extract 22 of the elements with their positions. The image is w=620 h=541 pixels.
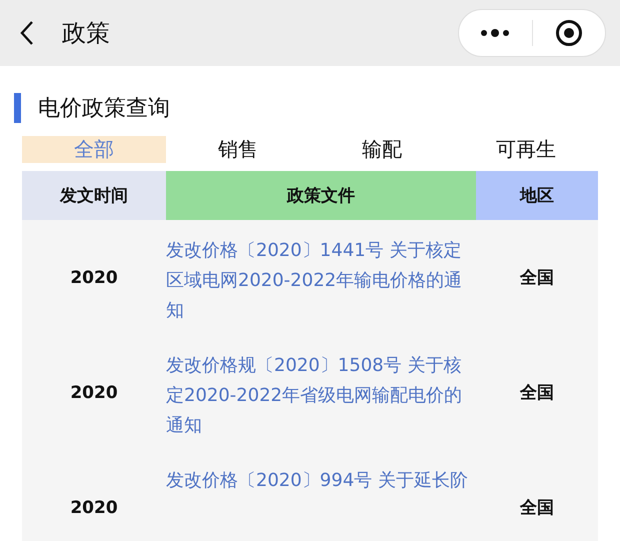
target-icon [554,19,583,47]
region-cell: 全国 [476,450,598,541]
filter-tab[interactable]: 输配 [310,136,454,163]
document-link[interactable]: 发改价格〔2020〕1441号 关于核定区域电网2020-2022年输电价格的通知 [166,236,476,326]
filter-tab[interactable]: 全部 [22,136,166,163]
column-header: 地区 [476,171,598,220]
filter-tab[interactable]: 销售 [166,136,310,163]
section-title: 电价政策查询 [38,95,170,123]
document-link[interactable]: 发改价格规〔2020〕1508号 关于核定2020-2022年省级电网输配电价的通知 [166,351,476,441]
year-cell: 2020 [22,450,166,541]
column-header: 政策文件 [166,171,476,220]
region-cell: 全国 [476,220,598,335]
filter-tab[interactable]: 可再生 [454,136,598,163]
more-icon [480,28,510,38]
page-title: 政策 [62,18,111,49]
accent-bar [14,93,21,123]
year-cell: 2020 [22,220,166,335]
document-link[interactable]: 发改价格〔2020〕994号 关于延长阶 [166,466,476,496]
year-cell: 2020 [22,335,166,450]
column-header: 发文时间 [22,171,166,220]
region-cell: 全国 [476,335,598,450]
back-icon[interactable] [20,20,34,46]
